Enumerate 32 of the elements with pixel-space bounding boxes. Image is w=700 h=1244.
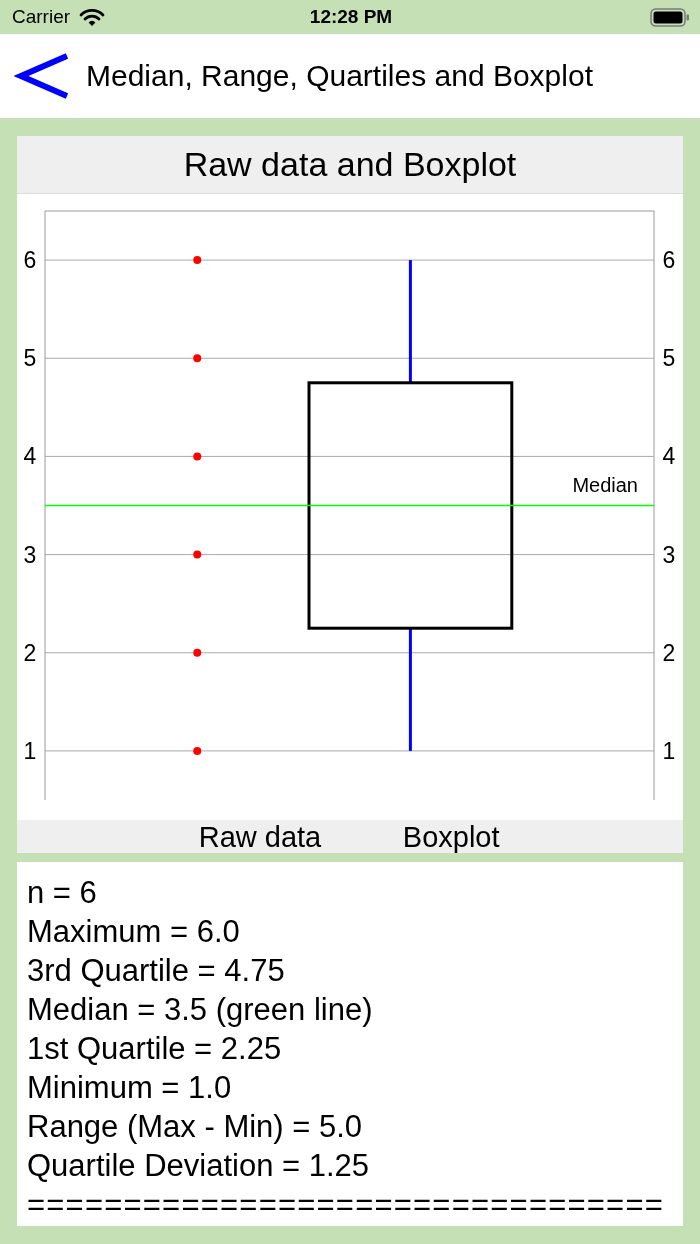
stat-line: n = 6	[27, 874, 98, 912]
y-axis-label: 1	[662, 737, 676, 764]
y-axis-label: 3	[23, 541, 37, 568]
battery-icon	[650, 7, 690, 27]
y-axis-label: 3	[662, 541, 676, 568]
y-axis-label: 1	[23, 737, 37, 764]
y-axis-label: 6	[23, 247, 37, 274]
y-axis-label: 2	[662, 639, 676, 666]
y-axis-label: 4	[23, 443, 37, 470]
stat-line: Range (Max - Min) = 5.0	[27, 1108, 364, 1146]
y-axis-label: 5	[662, 345, 676, 372]
wifi-icon	[79, 7, 106, 27]
stat-line: Quartile Deviation = 1.25	[27, 1147, 371, 1185]
stat-line: Minimum = 1.0	[27, 1069, 233, 1107]
median-label: Median	[572, 473, 638, 496]
y-axis-label: 5	[23, 345, 37, 372]
y-axis-label: 4	[662, 443, 676, 470]
stat-line: 1st Quartile = 2.25	[27, 1030, 283, 1068]
category-label: Boxplot	[402, 821, 500, 853]
status-time: 12:28 PM	[309, 6, 393, 28]
y-axis-label: 2	[23, 639, 37, 666]
chart-title: Raw data and Boxplot	[183, 145, 517, 184]
stat-line: 3rd Quartile = 4.75	[27, 952, 286, 990]
back-chevron-icon	[14, 53, 68, 99]
y-axis-label: 6	[662, 247, 676, 274]
stat-line: Median = 3.5 (green line)	[27, 991, 374, 1029]
screen-title: Median, Range, Quartiles and Boxplot	[86, 59, 593, 93]
stat-line: Maximum = 6.0	[27, 913, 241, 951]
carrier-name: Carrier	[12, 6, 71, 28]
back-button[interactable]	[14, 53, 68, 99]
category-label: Raw data	[198, 821, 322, 853]
separator-text: =================================	[27, 1186, 666, 1224]
